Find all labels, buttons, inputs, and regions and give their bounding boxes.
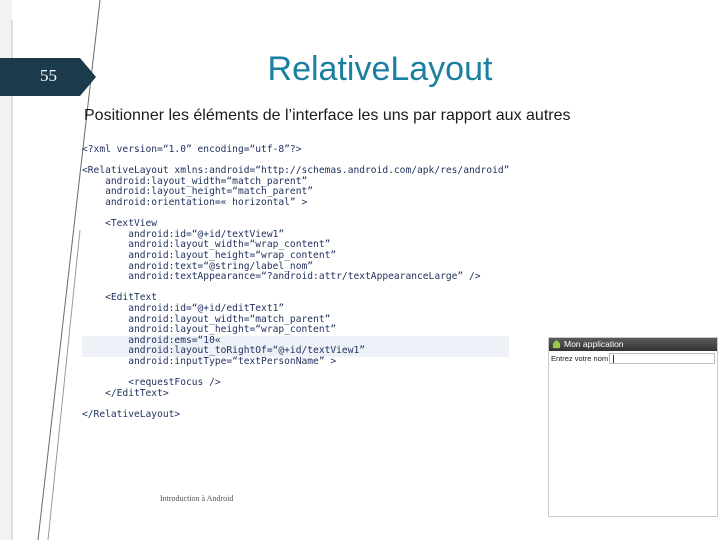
slide-title: RelativeLayout xyxy=(267,50,493,88)
name-label: Entrez votre nom xyxy=(551,354,609,363)
code-line: android:textAppearance=“?android:attr/te… xyxy=(82,271,481,283)
code-line: </EditText> xyxy=(82,387,169,399)
code-line: android:id=“@+id/editText1” xyxy=(82,302,285,314)
app-title-bar: Mon application xyxy=(549,338,717,351)
xml-code-block: <?xml version=“1.0” encoding=“utf-8”?> <R… xyxy=(82,144,510,420)
slide-footer: Introduction à Android xyxy=(160,494,234,503)
code-line: <?xml version=“1.0” encoding=“utf-8”?> xyxy=(82,144,302,155)
slide-number: 55 xyxy=(40,66,57,85)
app-title: Mon application xyxy=(564,339,624,349)
code-line: android:orientation=« horizontal” > xyxy=(82,196,308,208)
android-device-preview: Mon application Entrez votre nom xyxy=(548,337,718,517)
slide-subtitle: Positionner les éléments de l’interface … xyxy=(84,107,571,124)
code-line: android:inputType=“textPersonName” > xyxy=(82,355,337,367)
android-app-icon xyxy=(552,340,561,349)
code-line: android:layout_height=“wrap_content” xyxy=(82,249,337,261)
text-cursor xyxy=(613,355,614,363)
name-form-row: Entrez votre nom xyxy=(549,352,717,366)
code-line: </RelativeLayout> xyxy=(82,408,181,420)
name-input[interactable] xyxy=(609,353,715,364)
